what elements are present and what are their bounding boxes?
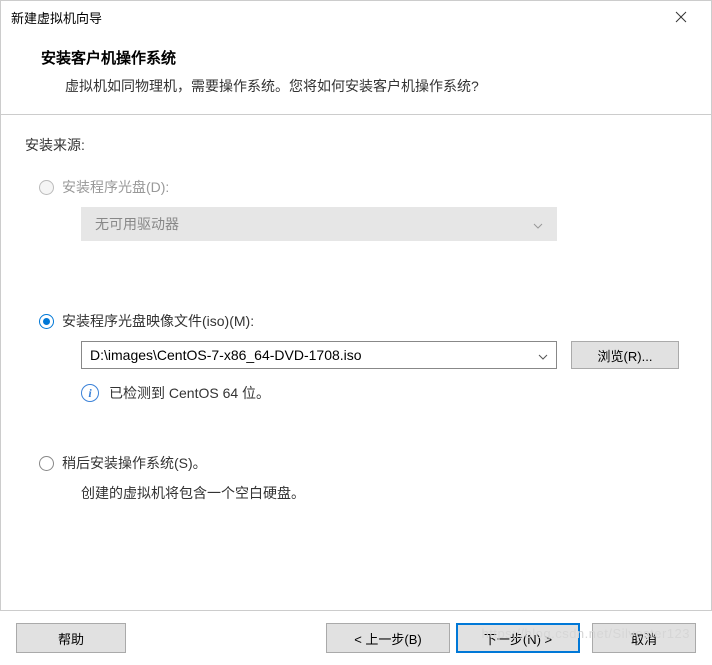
browse-button[interactable]: 浏览(R)...: [571, 341, 679, 369]
drive-combo-disabled: 无可用驱动器: [81, 207, 557, 241]
page-title: 安装客户机操作系统: [41, 47, 681, 68]
window-title: 新建虚拟机向导: [11, 8, 102, 27]
page-subtitle: 虚拟机如同物理机，需要操作系统。您将如何安装客户机操作系统?: [41, 76, 681, 96]
help-button[interactable]: 帮助: [16, 623, 126, 653]
option-iso-group: 安装程序光盘映像文件(iso)(M): D:\images\CentOS-7-x…: [39, 311, 687, 403]
detected-os-text: 已检测到 CentOS 64 位。: [109, 383, 270, 403]
content-area: 安装来源: 安装程序光盘(D): 无可用驱动器 安装程序光盘映像文件(iso)(…: [1, 115, 711, 513]
option-disc-group: 安装程序光盘(D): 无可用驱动器: [39, 177, 687, 241]
install-source-label: 安装来源:: [25, 135, 687, 155]
radio-later-label[interactable]: 稍后安装操作系统(S)。: [62, 453, 207, 473]
wizard-header: 安装客户机操作系统 虚拟机如同物理机，需要操作系统。您将如何安装客户机操作系统?: [1, 33, 711, 114]
iso-path-text: D:\images\CentOS-7-x86_64-DVD-1708.iso: [90, 347, 362, 363]
radio-later[interactable]: [39, 456, 54, 471]
back-button[interactable]: < 上一步(B): [326, 623, 450, 653]
close-icon: [675, 11, 687, 23]
info-icon: i: [81, 384, 99, 402]
titlebar: 新建虚拟机向导: [1, 1, 711, 33]
iso-path-combo[interactable]: D:\images\CentOS-7-x86_64-DVD-1708.iso: [81, 341, 557, 369]
radio-disc: [39, 180, 54, 195]
close-button[interactable]: [663, 3, 699, 31]
radio-iso-label[interactable]: 安装程序光盘映像文件(iso)(M):: [62, 311, 254, 331]
cancel-button[interactable]: 取消: [592, 623, 696, 653]
next-button[interactable]: 下一步(N) >: [456, 623, 580, 653]
later-desc-text: 创建的虚拟机将包含一个空白硬盘。: [81, 483, 687, 503]
option-later-group: 稍后安装操作系统(S)。 创建的虚拟机将包含一个空白硬盘。: [39, 453, 687, 503]
radio-iso[interactable]: [39, 314, 54, 329]
wizard-footer: 帮助 < 上一步(B) 下一步(N) > 取消: [0, 610, 712, 665]
radio-disc-label: 安装程序光盘(D):: [62, 177, 169, 197]
chevron-down-icon[interactable]: [538, 347, 548, 363]
drive-combo-text: 无可用驱动器: [95, 214, 179, 234]
chevron-down-icon: [533, 216, 543, 232]
